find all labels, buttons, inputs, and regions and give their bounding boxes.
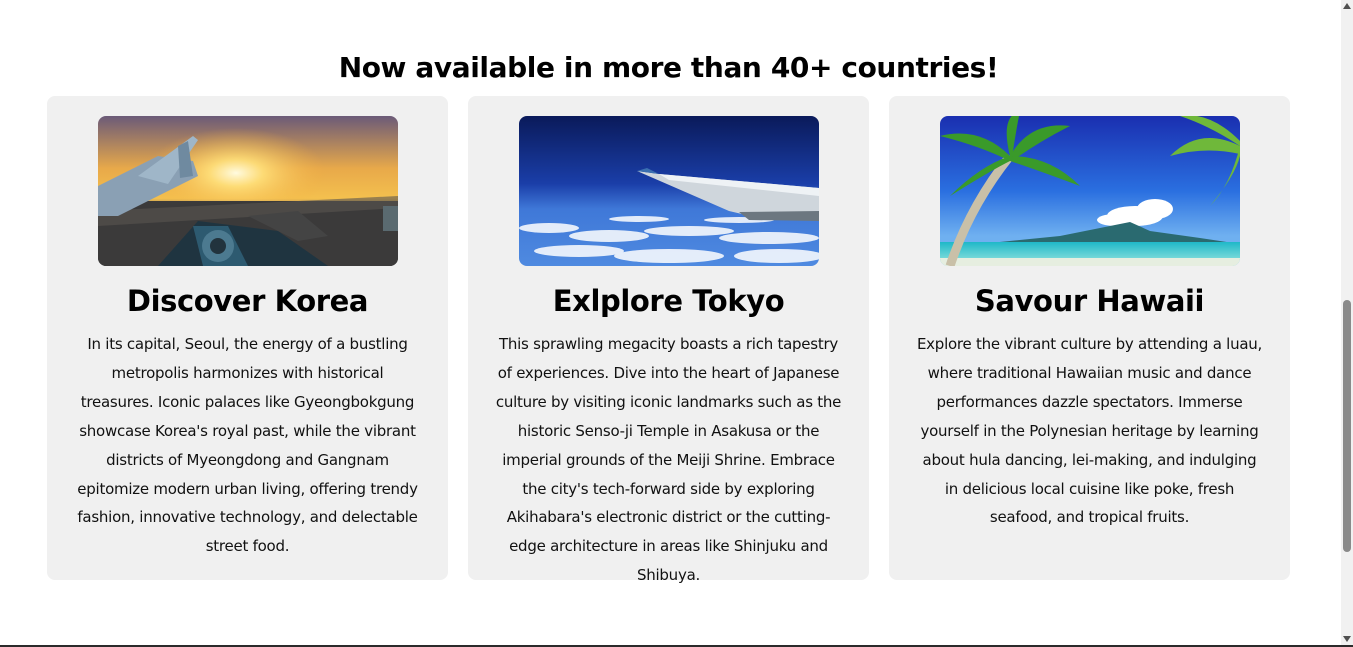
scroll-up-arrow-icon[interactable] xyxy=(1343,3,1351,9)
destination-card-hawaii: Savour Hawaii Explore the vibrant cultur… xyxy=(889,96,1290,580)
card-title: Exlplore Tokyo xyxy=(552,284,785,318)
airplane-at-sunset-photo xyxy=(98,116,398,266)
scroll-down-arrow-icon[interactable] xyxy=(1343,636,1351,642)
vertical-scrollbar[interactable] xyxy=(1341,0,1353,645)
hawaii-image xyxy=(940,116,1240,266)
destination-card-korea: Discover Korea In its capital, Seoul, th… xyxy=(47,96,448,580)
card-title: Discover Korea xyxy=(126,284,369,318)
card-description: In its capital, Seoul, the energy of a b… xyxy=(77,335,418,556)
tropical-beach-palm-trees-photo xyxy=(940,116,1240,266)
airplane-wing-above-clouds-photo xyxy=(519,116,819,266)
tokyo-image xyxy=(519,116,819,266)
card-description: Explore the vibrant culture by attending… xyxy=(916,335,1263,527)
scrollbar-thumb[interactable] xyxy=(1343,300,1351,552)
card-title: Savour Hawaii xyxy=(974,284,1205,318)
destination-card-tokyo: Exlplore Tokyo This sprawling megacity b… xyxy=(468,96,869,584)
section-heading: Now available in more than 40+ countries… xyxy=(338,51,999,84)
page-viewport: Now available in more than 40+ countries… xyxy=(0,0,1341,645)
card-description: This sprawling megacity boasts a rich ta… xyxy=(495,335,842,585)
korea-image xyxy=(98,116,398,266)
